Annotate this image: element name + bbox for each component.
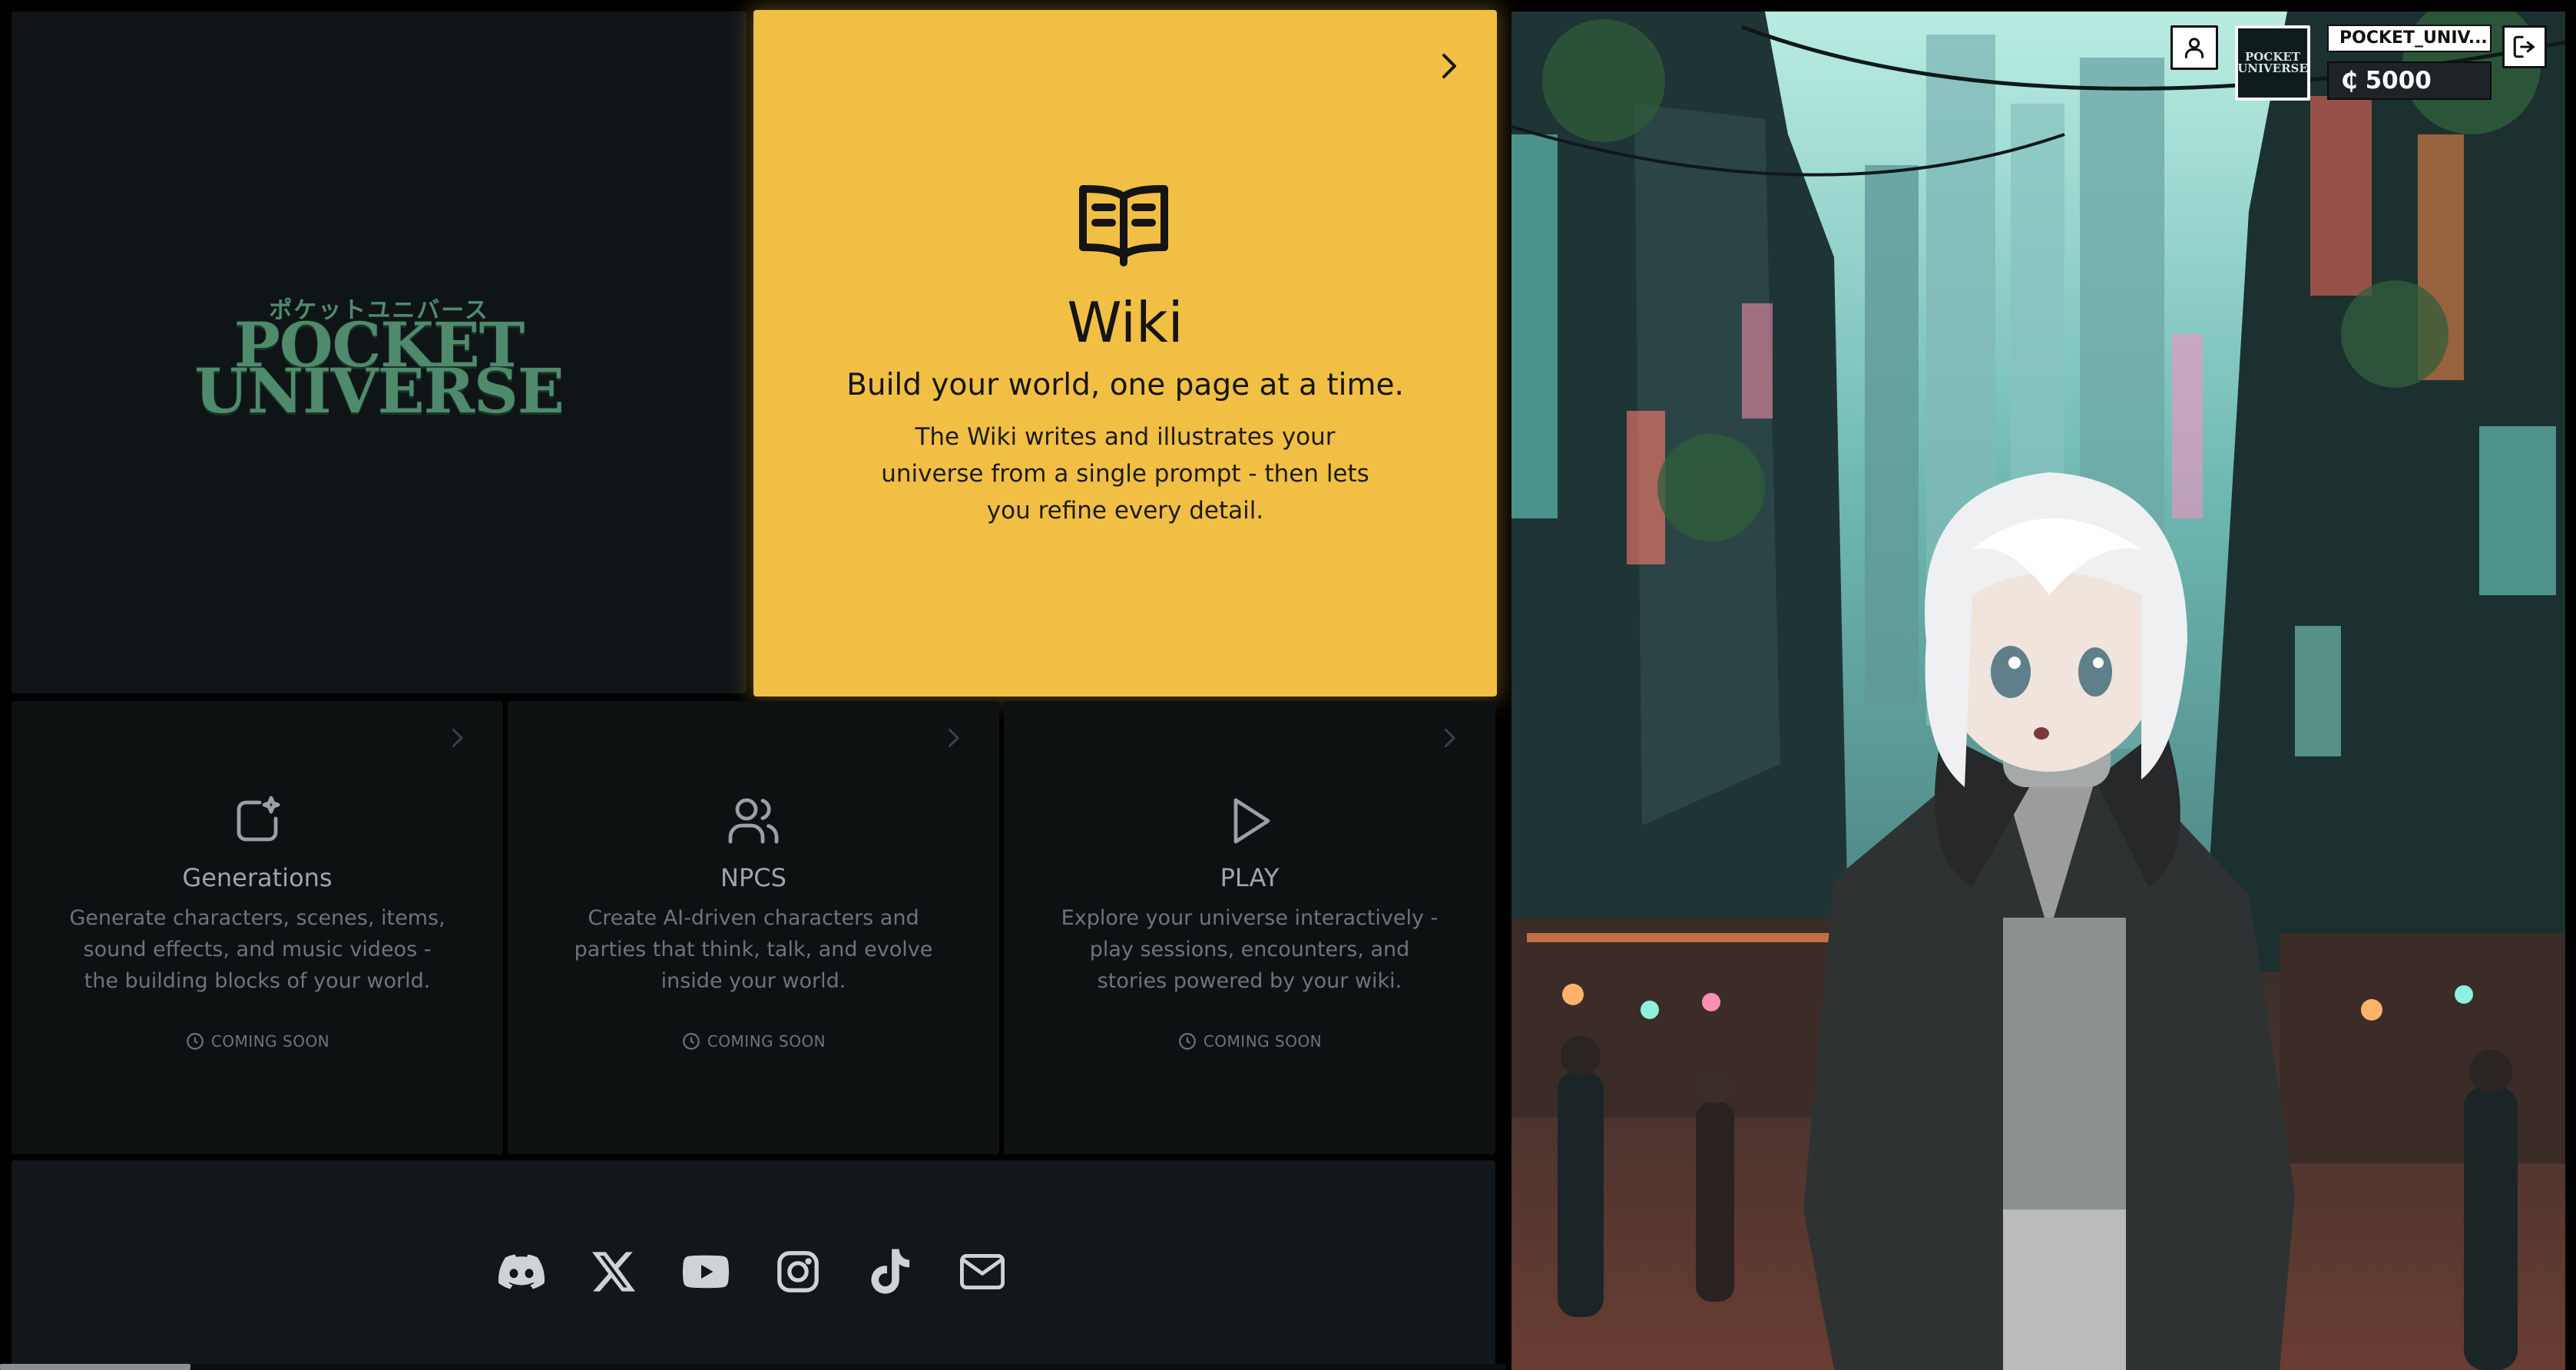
status-badge: COMING SOON — [508, 1031, 999, 1051]
users-icon — [728, 798, 779, 844]
discord-icon[interactable] — [498, 1249, 545, 1295]
logout-icon — [2513, 35, 2535, 58]
play-card[interactable]: PLAY Explore your universe interactively… — [1004, 701, 1495, 1154]
wiki-description: The Wiki writes and illustrates your uni… — [881, 423, 1369, 525]
scrollbar-thumb[interactable] — [0, 1364, 190, 1370]
horizontal-scrollbar[interactable] — [0, 1364, 1505, 1370]
chevron-right-icon — [949, 729, 959, 747]
play-title: PLAY — [1220, 863, 1280, 892]
npcs-description: Create AI-driven characters and parties … — [574, 906, 933, 993]
universe-avatar[interactable]: POCKET UNIVERSE — [2235, 25, 2310, 101]
hero-illustration — [1511, 12, 2565, 1370]
brand-logo-tile: ポケットユニバース POCKET UNIVERSE — [12, 12, 747, 693]
chevron-right-icon — [1430, 48, 1467, 84]
generations-description: Generate characters, scenes, items, soun… — [69, 906, 445, 993]
currency-symbol: ₵ — [2341, 67, 2358, 94]
username-label[interactable]: POCKET_UNIV... — [2327, 25, 2492, 52]
x-icon[interactable] — [591, 1249, 637, 1295]
mail-icon[interactable] — [959, 1249, 1005, 1295]
wiki-title: Wiki — [1067, 290, 1184, 355]
npcs-card[interactable]: NPCS Create AI-driven characters and par… — [508, 701, 999, 1154]
profile-button[interactable] — [2170, 25, 2218, 70]
clock-icon — [186, 1033, 204, 1050]
instagram-icon[interactable] — [775, 1249, 821, 1295]
clock-icon — [682, 1033, 700, 1050]
brand-line-2: UNIVERSE — [194, 355, 565, 427]
logout-button[interactable] — [2502, 25, 2547, 68]
coming-soon-label: COMING SOON — [210, 1032, 330, 1051]
avatar-line-2: UNIVERSE — [2237, 61, 2308, 75]
book-open-icon — [1075, 180, 1172, 269]
wiki-tagline: Build your world, one page at a time. — [846, 368, 1404, 402]
coming-soon-label: COMING SOON — [707, 1032, 826, 1051]
status-badge: COMING SOON — [1004, 1031, 1495, 1051]
status-badge: COMING SOON — [12, 1031, 503, 1051]
user-icon — [2184, 38, 2204, 58]
coming-soon-label: COMING SOON — [1203, 1032, 1323, 1051]
chevron-right-icon — [452, 729, 463, 747]
sparkle-square-icon — [237, 796, 280, 842]
generations-title: Generations — [182, 863, 333, 892]
play-description: Explore your universe interactively - pl… — [1061, 906, 1439, 993]
chevron-right-icon — [1445, 729, 1455, 747]
npcs-title: NPCS — [720, 863, 786, 892]
youtube-icon[interactable] — [683, 1249, 729, 1295]
generations-card[interactable]: Generations Generate characters, scenes,… — [12, 701, 503, 1154]
tiktok-icon[interactable] — [867, 1249, 913, 1295]
credits-value: 5000 — [2365, 67, 2432, 94]
social-footer — [12, 1160, 1495, 1370]
play-icon — [1233, 798, 1270, 844]
credits-display: ₵ 5000 — [2327, 61, 2492, 100]
clock-icon — [1178, 1033, 1196, 1050]
